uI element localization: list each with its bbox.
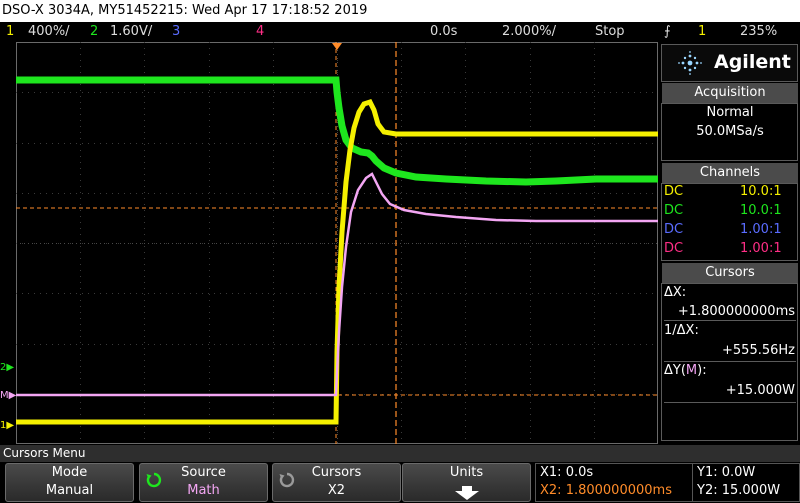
y2-readout: Y2: 15.000W bbox=[697, 483, 781, 498]
cursors-label: Cursors bbox=[311, 465, 362, 480]
math-ground-marker[interactable]: M▶ bbox=[0, 388, 16, 404]
brand-name: Agilent bbox=[714, 51, 791, 73]
waveform-display[interactable] bbox=[16, 42, 658, 444]
x1-readout: X1: 0.0s bbox=[540, 465, 594, 480]
title-bar: DSO-X 3034A, MY51452215: Wed Apr 17 17:1… bbox=[0, 0, 800, 22]
menu-title: Cursors Menu bbox=[0, 445, 800, 462]
trigger-level[interactable]: 235% bbox=[740, 22, 777, 42]
x2-readout: X2: 1.800000000ms bbox=[540, 483, 672, 498]
ch3-coupling: DC bbox=[664, 222, 684, 237]
mode-softkey[interactable]: Mode Manual bbox=[5, 463, 134, 502]
run-state[interactable]: Stop bbox=[595, 22, 625, 42]
trigger-position-marker[interactable] bbox=[332, 43, 342, 50]
inv-delta-x-value: +555.56Hz bbox=[722, 343, 795, 358]
source-softkey[interactable]: Source Math bbox=[139, 463, 268, 502]
delta-x-label: ΔX: bbox=[664, 285, 687, 300]
ch1-number[interactable]: 1 bbox=[6, 22, 14, 42]
units-label: Units bbox=[449, 465, 484, 480]
x-cursor-readout: X1: 0.0s X2: 1.800000000ms bbox=[535, 463, 697, 502]
agilent-spark-icon bbox=[678, 51, 702, 75]
time-delay[interactable]: 0.0s bbox=[430, 22, 457, 42]
acquisition-header[interactable]: Acquisition bbox=[662, 83, 798, 103]
ch1-probe: 10.0:1 bbox=[740, 184, 782, 199]
ch3-probe: 1.00:1 bbox=[740, 222, 782, 237]
units-softkey[interactable]: Units bbox=[402, 463, 531, 502]
status-bar: 1 400%/ 2 1.60V/ 3 4 0.0s 2.000%/ Stop ⨍… bbox=[0, 22, 800, 42]
cursors-header[interactable]: Cursors bbox=[662, 263, 798, 283]
ch2-number[interactable]: 2 bbox=[90, 22, 98, 42]
cursors-softkey[interactable]: Cursors X2 bbox=[272, 463, 401, 502]
ch1-scale[interactable]: 400%/ bbox=[28, 22, 70, 42]
acquisition-mode: Normal bbox=[706, 105, 754, 120]
trigger-slope-icon: ⨍ bbox=[664, 24, 671, 39]
submenu-arrow-icon bbox=[455, 486, 479, 500]
ch1-coupling: DC bbox=[664, 184, 684, 199]
delta-x-value: +1.800000000ms bbox=[677, 304, 795, 319]
ch1-ground-marker[interactable]: 1▶ bbox=[0, 418, 16, 434]
y1-readout: Y1: 0.0W bbox=[697, 465, 756, 480]
delta-y-value: +15.000W bbox=[725, 383, 795, 398]
time-scale[interactable]: 2.000%/ bbox=[502, 22, 556, 42]
source-value: Math bbox=[187, 483, 220, 498]
cursors-value: X2 bbox=[327, 483, 346, 498]
inv-delta-x-label: 1/ΔX: bbox=[664, 323, 699, 338]
source-label: Source bbox=[181, 465, 226, 480]
mode-value: Manual bbox=[45, 483, 94, 498]
channels-header[interactable]: Channels bbox=[662, 163, 798, 183]
ch2-ground-marker[interactable]: 2▶ bbox=[0, 360, 16, 376]
y-cursor-readout: Y1: 0.0W Y2: 15.000W bbox=[692, 463, 800, 502]
delta-y-label: ΔY(M): bbox=[664, 363, 707, 378]
ch2-scale[interactable]: 1.60V/ bbox=[110, 22, 152, 42]
ch4-probe: 1.00:1 bbox=[740, 241, 782, 256]
ch4-number[interactable]: 4 bbox=[256, 22, 264, 42]
ch3-number[interactable]: 3 bbox=[172, 22, 180, 42]
sample-rate: 50.0MSa/s bbox=[696, 124, 764, 139]
trigger-source: 1 bbox=[698, 24, 707, 39]
ch2-probe: 10.0:1 bbox=[740, 203, 782, 218]
ch2-coupling: DC bbox=[664, 203, 684, 218]
ch4-coupling: DC bbox=[664, 241, 684, 256]
mode-label: Mode bbox=[51, 465, 88, 480]
